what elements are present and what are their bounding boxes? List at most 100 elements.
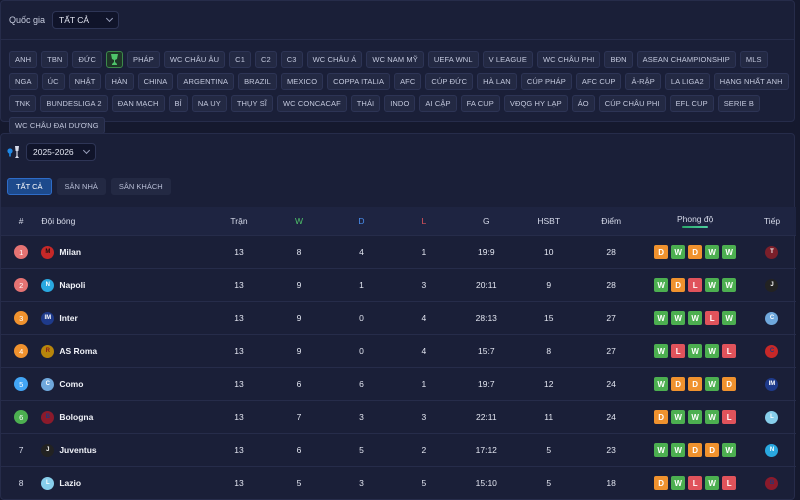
- league-chip[interactable]: THÁI: [350, 95, 381, 112]
- goals-cell: 22:11: [475, 412, 497, 422]
- next-opponent-cell[interactable]: IM: [748, 377, 796, 391]
- league-chip[interactable]: HÀ LAN: [477, 73, 517, 90]
- header-goal-difference: HSBT: [537, 216, 561, 226]
- league-chip[interactable]: BRAZIL: [238, 73, 277, 90]
- table-row[interactable]: 2 N Napoli 13 9 1 3 20:11 9 28 WDLWW J: [1, 268, 796, 301]
- league-chip[interactable]: AFC CUP: [575, 73, 622, 90]
- league-chip[interactable]: THỤY SĨ: [230, 95, 273, 112]
- played-cell: 13: [234, 379, 244, 389]
- team-cell[interactable]: IM Inter: [41, 311, 190, 325]
- league-chip[interactable]: ĐỨC: [72, 51, 102, 68]
- league-chip[interactable]: Ả-RẬP: [625, 73, 661, 90]
- form-result: W: [654, 344, 669, 358]
- wins-cell: 6: [296, 445, 302, 455]
- league-chip[interactable]: PHÁP: [127, 51, 160, 68]
- tab-home[interactable]: SÂN NHÀ: [56, 178, 106, 195]
- league-chip[interactable]: BUNDESLIGA 2: [40, 95, 108, 112]
- league-chip[interactable]: WC CHÂU PHI: [536, 51, 601, 68]
- league-chip[interactable]: ASEAN CHAMPIONSHIP: [636, 51, 736, 68]
- country-select[interactable]: TẤT CẢ: [52, 11, 120, 29]
- league-chip[interactable]: ANH: [9, 51, 38, 68]
- league-chip[interactable]: BĐN: [604, 51, 633, 68]
- league-chip[interactable]: UEFA WNL: [427, 51, 479, 68]
- league-chip[interactable]: MLS: [739, 51, 768, 68]
- league-chip[interactable]: SERIE B: [717, 95, 760, 112]
- table-row[interactable]: 8 L Lazio 13 5 3 5 15:10 5 18 DWLWL B: [1, 466, 796, 499]
- league-chip[interactable]: C2: [254, 51, 277, 68]
- next-opponent-cell[interactable]: N: [748, 443, 796, 457]
- next-opponent-cell[interactable]: C: [748, 311, 796, 325]
- team-logo-icon: L: [41, 476, 55, 490]
- chip-trophy-icon[interactable]: [106, 51, 123, 68]
- rank-badge: 2: [14, 278, 29, 292]
- league-chip[interactable]: C3: [280, 51, 303, 68]
- league-chip[interactable]: LA LIGA2: [664, 73, 710, 90]
- table-row[interactable]: 7 J Juventus 13 6 5 2 17:12 5 23 WWDDW N: [1, 433, 796, 466]
- next-opponent-cell[interactable]: L: [748, 410, 796, 424]
- league-chip[interactable]: NGA: [9, 73, 38, 90]
- form-result: D: [654, 245, 669, 259]
- table-row[interactable]: 5 C Como 13 6 6 1 19:7 12 24 WDDWD IM: [1, 367, 796, 400]
- league-chip[interactable]: HẠNG NHẤT ANH: [713, 73, 789, 90]
- league-chip[interactable]: BỈ: [168, 95, 188, 112]
- league-chip[interactable]: AI CẬP: [419, 95, 457, 112]
- form-result: W: [654, 377, 669, 391]
- form-result: W: [705, 278, 720, 292]
- league-chip[interactable]: TNK: [9, 95, 37, 112]
- table-row[interactable]: 1 M Milan 13 8 4 1 19:9 10 28 DWDWW T: [1, 235, 796, 268]
- team-cell[interactable]: M Milan: [41, 245, 190, 259]
- next-opponent-cell[interactable]: T: [748, 245, 796, 259]
- league-chip[interactable]: ÚC: [41, 73, 65, 90]
- league-chip[interactable]: INDO: [384, 95, 416, 112]
- form-cell: DWWWL: [642, 410, 748, 424]
- league-chip[interactable]: COPPA ITALIA: [327, 73, 391, 90]
- form-result: L: [688, 278, 703, 292]
- league-chip[interactable]: WC CHÂU Á: [306, 51, 363, 68]
- next-opponent-logo-icon: B: [765, 476, 779, 490]
- team-cell[interactable]: R AS Roma: [41, 344, 190, 358]
- next-opponent-cell[interactable]: B: [748, 476, 796, 490]
- draws-cell: 0: [359, 346, 364, 356]
- league-chip[interactable]: CÚP PHÁP: [520, 73, 572, 90]
- league-chip[interactable]: WC CONCACAF: [276, 95, 347, 112]
- team-cell[interactable]: N Napoli: [41, 278, 190, 292]
- league-chip[interactable]: ĐAN MẠCH: [111, 95, 165, 112]
- form-result: D: [688, 443, 703, 457]
- league-chip[interactable]: MEXICO: [280, 73, 324, 90]
- season-select[interactable]: 2025-2026: [26, 143, 96, 161]
- league-chip[interactable]: WC NAM MỸ: [366, 51, 424, 68]
- league-chip[interactable]: VĐQG HY LẠP: [503, 95, 568, 112]
- tab-all[interactable]: TẤT CẢ: [7, 178, 52, 195]
- tab-away[interactable]: SÂN KHÁCH: [110, 178, 171, 195]
- league-chip[interactable]: EFL CUP: [669, 95, 714, 112]
- goals-cell: 19:7: [478, 379, 495, 389]
- team-cell[interactable]: L Lazio: [41, 476, 190, 490]
- league-chip[interactable]: AFC: [394, 73, 422, 90]
- league-chip[interactable]: TBN: [41, 51, 69, 68]
- team-name: Milan: [59, 247, 82, 257]
- league-chip[interactable]: CÚP ĐỨC: [425, 73, 474, 90]
- league-chip[interactable]: ÁO: [571, 95, 595, 112]
- league-chip[interactable]: NA UY: [191, 95, 227, 112]
- league-chip[interactable]: WC CHÂU ĐẠI DƯƠNG: [9, 117, 105, 134]
- team-cell[interactable]: C Como: [41, 377, 190, 391]
- next-opponent-cell[interactable]: J: [748, 278, 796, 292]
- next-opponent-cell[interactable]: C: [748, 344, 796, 358]
- league-chip[interactable]: V LEAGUE: [482, 51, 533, 68]
- table-row[interactable]: 6 B Bologna 13 7 3 3 22:11 11 24 DWWWL L: [1, 400, 796, 433]
- league-chip[interactable]: NHẬT: [68, 73, 102, 90]
- league-chip[interactable]: HÀN: [105, 73, 134, 90]
- goal-difference-cell: 5: [546, 478, 552, 488]
- league-chip[interactable]: FA CUP: [460, 95, 500, 112]
- league-chip[interactable]: CÚP CHÂU PHI: [598, 95, 666, 112]
- team-cell[interactable]: J Juventus: [41, 443, 190, 457]
- table-row[interactable]: 4 R AS Roma 13 9 0 4 15:7 8 27 WLWWL C: [1, 334, 796, 367]
- team-logo-icon: R: [41, 344, 55, 358]
- league-chip[interactable]: WC CHÂU ÂU: [163, 51, 226, 68]
- league-chip[interactable]: CHINA: [137, 73, 174, 90]
- table-row[interactable]: 3 IM Inter 13 9 0 4 28:13 15 27 WWWLW C: [1, 301, 796, 334]
- team-cell[interactable]: B Bologna: [41, 410, 190, 424]
- league-chip[interactable]: C1: [229, 51, 251, 68]
- losses-cell: 5: [421, 478, 427, 488]
- league-chip[interactable]: ARGENTINA: [177, 73, 235, 90]
